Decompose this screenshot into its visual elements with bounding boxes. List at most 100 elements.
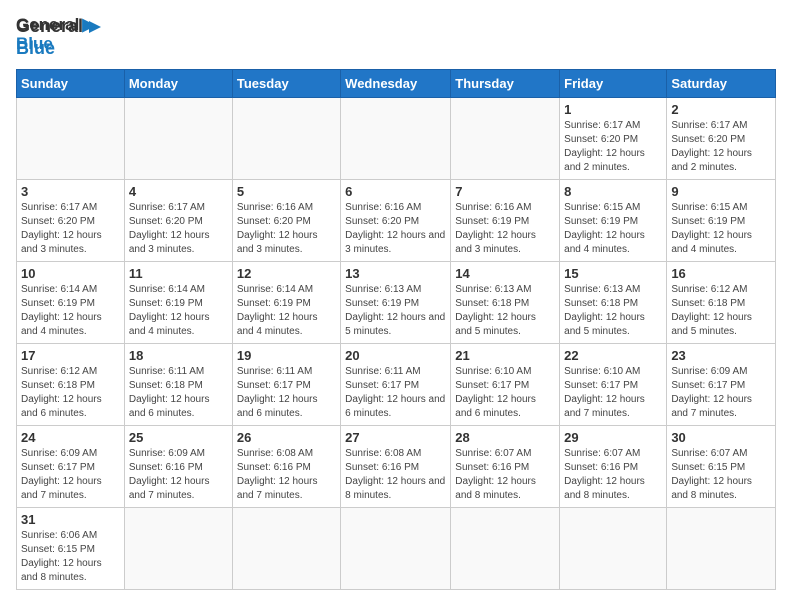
day-number: 25 [129, 430, 228, 445]
calendar-cell [232, 98, 340, 180]
calendar-cell: 28 Sunrise: 6:07 AM Sunset: 6:16 PM Dayli… [451, 426, 560, 508]
day-number: 11 [129, 266, 228, 281]
calendar-week-0: 1 Sunrise: 6:17 AM Sunset: 6:20 PM Daylig… [17, 98, 776, 180]
day-number: 3 [21, 184, 120, 199]
calendar-cell: 22 Sunrise: 6:10 AM Sunset: 6:17 PM Dayli… [560, 344, 667, 426]
day-number: 7 [455, 184, 555, 199]
calendar-week-2: 10 Sunrise: 6:14 AM Sunset: 6:19 PM Dayli… [17, 262, 776, 344]
day-info: Sunrise: 6:15 AM Sunset: 6:19 PM Dayligh… [671, 201, 771, 257]
calendar-cell: 2Sunrise: 6:17 AM Sunset: 6:20 PM Daylig… [667, 98, 776, 180]
calendar-week-5: 31 Sunrise: 6:06 AM Sunset: 6:15 PM Dayli… [17, 508, 776, 590]
calendar-week-4: 24Sunrise: 6:09 AM Sunset: 6:17 PM Dayli… [17, 426, 776, 508]
day-number: 22 [564, 348, 662, 363]
calendar-week-3: 17Sunrise: 6:12 AM Sunset: 6:18 PM Dayli… [17, 344, 776, 426]
day-info: Sunrise: 6:16 AM Sunset: 6:19 PM Dayligh… [455, 201, 555, 257]
calendar-cell: 24Sunrise: 6:09 AM Sunset: 6:17 PM Dayli… [17, 426, 125, 508]
day-info: Sunrise: 6:11 AM Sunset: 6:17 PM Dayligh… [345, 365, 446, 421]
calendar-cell [560, 508, 667, 590]
calendar-cell: 3 Sunrise: 6:17 AM Sunset: 6:20 PM Daylig… [17, 180, 125, 262]
calendar-cell [341, 508, 451, 590]
calendar-cell: 1 Sunrise: 6:17 AM Sunset: 6:20 PM Daylig… [560, 98, 667, 180]
day-number: 5 [237, 184, 336, 199]
day-info: Sunrise: 6:11 AM Sunset: 6:17 PM Dayligh… [237, 365, 336, 421]
calendar-cell [124, 98, 232, 180]
calendar-cell: 17Sunrise: 6:12 AM Sunset: 6:18 PM Dayli… [17, 344, 125, 426]
calendar-header-monday: Monday [124, 70, 232, 98]
calendar-cell: 6Sunrise: 6:16 AM Sunset: 6:20 PM Daylig… [341, 180, 451, 262]
day-info: Sunrise: 6:09 AM Sunset: 6:16 PM Dayligh… [129, 447, 228, 503]
day-info: Sunrise: 6:15 AM Sunset: 6:19 PM Dayligh… [564, 201, 662, 257]
calendar-header-saturday: Saturday [667, 70, 776, 98]
day-info: Sunrise: 6:08 AM Sunset: 6:16 PM Dayligh… [237, 447, 336, 503]
calendar-week-1: 3 Sunrise: 6:17 AM Sunset: 6:20 PM Daylig… [17, 180, 776, 262]
calendar-cell: 20Sunrise: 6:11 AM Sunset: 6:17 PM Dayli… [341, 344, 451, 426]
day-number: 19 [237, 348, 336, 363]
calendar-cell: 31 Sunrise: 6:06 AM Sunset: 6:15 PM Dayli… [17, 508, 125, 590]
calendar-cell: 4 Sunrise: 6:17 AM Sunset: 6:20 PM Daylig… [124, 180, 232, 262]
calendar-cell: 10 Sunrise: 6:14 AM Sunset: 6:19 PM Dayli… [17, 262, 125, 344]
day-info: Sunrise: 6:17 AM Sunset: 6:20 PM Dayligh… [564, 119, 662, 175]
calendar-cell [667, 508, 776, 590]
calendar-cell: 27 Sunrise: 6:08 AM Sunset: 6:16 PM Dayli… [341, 426, 451, 508]
day-number: 14 [455, 266, 555, 281]
day-number: 13 [345, 266, 446, 281]
day-number: 12 [237, 266, 336, 281]
day-number: 27 [345, 430, 446, 445]
day-info: Sunrise: 6:10 AM Sunset: 6:17 PM Dayligh… [455, 365, 555, 421]
calendar-header-tuesday: Tuesday [232, 70, 340, 98]
day-info: Sunrise: 6:13 AM Sunset: 6:19 PM Dayligh… [345, 283, 446, 339]
calendar-cell: 29Sunrise: 6:07 AM Sunset: 6:16 PM Dayli… [560, 426, 667, 508]
calendar-cell: 11Sunrise: 6:14 AM Sunset: 6:19 PM Dayli… [124, 262, 232, 344]
day-info: Sunrise: 6:14 AM Sunset: 6:19 PM Dayligh… [237, 283, 336, 339]
day-number: 18 [129, 348, 228, 363]
calendar-cell [451, 508, 560, 590]
logo-text-block: General▶ Blue [16, 16, 95, 53]
logo-blue: Blue [16, 35, 95, 54]
day-info: Sunrise: 6:08 AM Sunset: 6:16 PM Dayligh… [345, 447, 446, 503]
calendar-cell: 25 Sunrise: 6:09 AM Sunset: 6:16 PM Dayli… [124, 426, 232, 508]
day-number: 29 [564, 430, 662, 445]
day-info: Sunrise: 6:17 AM Sunset: 6:20 PM Dayligh… [21, 201, 120, 257]
logo-general: General▶ [16, 16, 95, 35]
day-number: 24 [21, 430, 120, 445]
calendar-table: SundayMondayTuesdayWednesdayThursdayFrid… [16, 69, 776, 590]
day-number: 28 [455, 430, 555, 445]
calendar-cell: 23Sunrise: 6:09 AM Sunset: 6:17 PM Dayli… [667, 344, 776, 426]
day-info: Sunrise: 6:07 AM Sunset: 6:15 PM Dayligh… [671, 447, 771, 503]
calendar-header-thursday: Thursday [451, 70, 560, 98]
calendar-cell: 13 Sunrise: 6:13 AM Sunset: 6:19 PM Dayli… [341, 262, 451, 344]
day-number: 15 [564, 266, 662, 281]
day-info: Sunrise: 6:13 AM Sunset: 6:18 PM Dayligh… [455, 283, 555, 339]
day-number: 31 [21, 512, 120, 527]
day-number: 9 [671, 184, 771, 199]
calendar-cell [341, 98, 451, 180]
calendar-header-wednesday: Wednesday [341, 70, 451, 98]
calendar-cell: 7 Sunrise: 6:16 AM Sunset: 6:19 PM Daylig… [451, 180, 560, 262]
day-info: Sunrise: 6:14 AM Sunset: 6:19 PM Dayligh… [21, 283, 120, 339]
calendar-cell: 9 Sunrise: 6:15 AM Sunset: 6:19 PM Daylig… [667, 180, 776, 262]
calendar-cell [124, 508, 232, 590]
day-info: Sunrise: 6:07 AM Sunset: 6:16 PM Dayligh… [455, 447, 555, 503]
day-number: 21 [455, 348, 555, 363]
day-number: 30 [671, 430, 771, 445]
day-number: 6 [345, 184, 446, 199]
calendar-cell: 8Sunrise: 6:15 AM Sunset: 6:19 PM Daylig… [560, 180, 667, 262]
day-info: Sunrise: 6:17 AM Sunset: 6:20 PM Dayligh… [129, 201, 228, 257]
calendar-cell: 16Sunrise: 6:12 AM Sunset: 6:18 PM Dayli… [667, 262, 776, 344]
day-number: 4 [129, 184, 228, 199]
day-info: Sunrise: 6:11 AM Sunset: 6:18 PM Dayligh… [129, 365, 228, 421]
day-number: 10 [21, 266, 120, 281]
day-number: 16 [671, 266, 771, 281]
calendar-cell: 21 Sunrise: 6:10 AM Sunset: 6:17 PM Dayli… [451, 344, 560, 426]
day-info: Sunrise: 6:16 AM Sunset: 6:20 PM Dayligh… [237, 201, 336, 257]
day-info: Sunrise: 6:12 AM Sunset: 6:18 PM Dayligh… [21, 365, 120, 421]
calendar-cell: 18 Sunrise: 6:11 AM Sunset: 6:18 PM Dayli… [124, 344, 232, 426]
day-number: 1 [564, 102, 662, 117]
calendar-cell: 19 Sunrise: 6:11 AM Sunset: 6:17 PM Dayli… [232, 344, 340, 426]
calendar-cell [232, 508, 340, 590]
day-number: 26 [237, 430, 336, 445]
calendar-cell [451, 98, 560, 180]
day-info: Sunrise: 6:06 AM Sunset: 6:15 PM Dayligh… [21, 529, 120, 585]
calendar-cell: 14 Sunrise: 6:13 AM Sunset: 6:18 PM Dayli… [451, 262, 560, 344]
day-info: Sunrise: 6:10 AM Sunset: 6:17 PM Dayligh… [564, 365, 662, 421]
